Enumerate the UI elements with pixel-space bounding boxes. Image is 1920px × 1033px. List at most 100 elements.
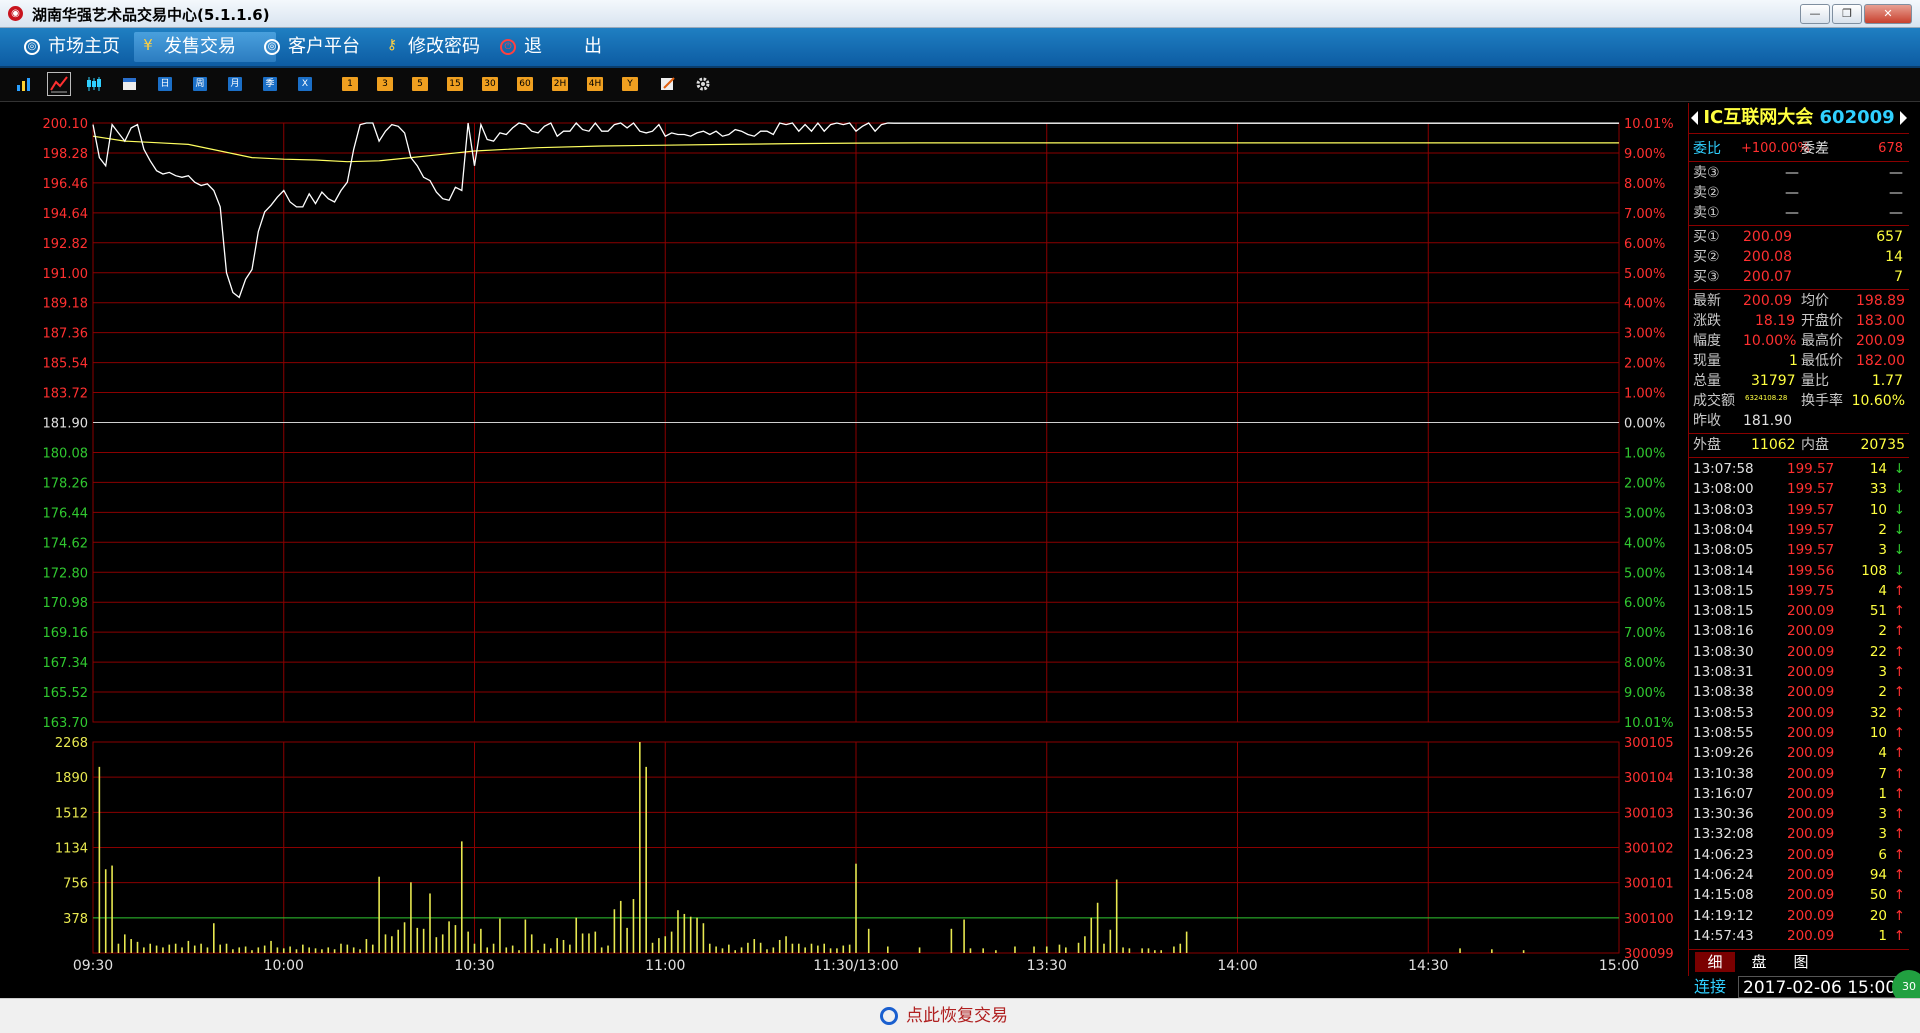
minute-60-button[interactable]: 60 [517, 77, 533, 91]
minimize-button[interactable]: — [1800, 4, 1830, 24]
draw-icon[interactable] [660, 76, 676, 92]
tick-row: 14:19:12 200.09 20 ↑ [1689, 906, 1909, 926]
prev-close-row: 昨收 181.90 [1689, 411, 1909, 431]
percent-tick-label: 1.00% [1624, 387, 1665, 402]
minute-3-button[interactable]: 3 [377, 77, 393, 91]
ask-row-2: 卖② — — [1689, 183, 1909, 203]
minute-15-button[interactable]: 15 [447, 77, 463, 91]
tab-detail[interactable]: 细 [1695, 952, 1735, 972]
tick-price: 200.09 [1787, 684, 1835, 701]
arrow-up-icon: ↑ [1893, 582, 1905, 599]
footer-bar: 点此恢复交易 [0, 998, 1920, 1033]
change-label: 涨跌 [1693, 313, 1721, 329]
period-x-button[interactable]: X [298, 77, 312, 91]
tick-row: 13:16:07 200.09 1 ↑ [1689, 784, 1909, 804]
period-day-button[interactable]: 日 [158, 77, 172, 91]
price-tick-label: 181.90 [43, 417, 89, 432]
menu-exit-tail[interactable]: 出 [552, 32, 624, 62]
total-value: 31797 [1751, 373, 1796, 389]
bar-chart-icon[interactable] [16, 76, 32, 92]
line-chart-icon[interactable] [47, 72, 71, 96]
open-value: 183.00 [1856, 313, 1905, 329]
globe-icon: ◎ [264, 39, 280, 55]
arrow-down-icon: ↓ [1893, 542, 1905, 559]
tick-price: 200.09 [1787, 623, 1835, 640]
ask-label: 卖① [1693, 205, 1720, 221]
tab-order-book[interactable]: 盘 [1739, 952, 1779, 972]
tick-row: 14:57:43 200.09 1 ↑ [1689, 926, 1909, 946]
ask-label: 卖③ [1693, 165, 1720, 181]
percent-tick-label: 8.00% [1624, 177, 1665, 192]
year-button[interactable]: Y [622, 77, 638, 91]
tick-time: 13:32:08 [1693, 826, 1754, 843]
menu-issue-trade[interactable]: ¥ 发售交易 [134, 32, 276, 62]
tick-row: 13:08:16 200.09 2 ↑ [1689, 621, 1909, 641]
title-bar: ◉ 湖南华强艺术品交易中心(5.1.1.6) — ❐ ✕ [0, 0, 1920, 28]
arrow-down-icon: ↓ [1893, 521, 1905, 538]
minute-5-button[interactable]: 5 [412, 77, 428, 91]
instrument-header[interactable]: IC互联网大会 602009 [1689, 103, 1909, 133]
tick-price: 200.09 [1787, 745, 1835, 762]
cur-label: 现量 [1693, 353, 1721, 369]
chart-canvas[interactable]: 200.10 10.01% 198.28 9.00% 196.46 8.00% 194.64… [0, 103, 1688, 995]
hour-4-button[interactable]: 4H [587, 77, 603, 91]
close-button[interactable]: ✕ [1864, 4, 1912, 24]
bid-price: 200.07 [1743, 269, 1792, 285]
tick-price: 200.09 [1787, 603, 1835, 620]
period-quarter-button[interactable]: 季 [263, 77, 277, 91]
prev-instrument-icon[interactable] [1691, 111, 1698, 125]
minute-1-button[interactable]: 1 [342, 77, 358, 91]
price-tick-label: 187.36 [43, 327, 89, 342]
tick-volume: 2 [1878, 521, 1887, 538]
volume-tick-label: 756 [63, 877, 88, 892]
maximize-button[interactable]: ❐ [1832, 4, 1862, 24]
candlestick-icon[interactable] [86, 76, 102, 92]
period-month-button[interactable]: 月 [228, 77, 242, 91]
amount-value: 6324108.28 [1745, 394, 1788, 402]
tick-row: 13:08:15 199.75 4 ↑ [1689, 581, 1909, 601]
amount-label: 成交额 [1693, 393, 1735, 409]
gear-icon[interactable] [694, 75, 712, 93]
percent-tick-label: 2.00% [1624, 357, 1665, 372]
weibi-value: +100.00% [1741, 141, 1810, 156]
volume-right-label: 300101 [1624, 877, 1674, 892]
tick-time: 13:30:36 [1693, 806, 1754, 823]
change-row: 涨跌 18.19 开盘价 183.00 [1689, 311, 1909, 331]
tick-time: 13:08:55 [1693, 724, 1754, 741]
percent-tick-label: 5.00% [1624, 566, 1665, 581]
tab-chart[interactable]: 图 [1781, 952, 1821, 972]
percent-tick-label: 5.00% [1624, 267, 1665, 282]
menu-client-platform[interactable]: ◎ 客户平台 [258, 32, 394, 62]
inner-value: 20735 [1860, 437, 1905, 453]
hour-2-button[interactable]: 2H [552, 77, 568, 91]
intraday-chart[interactable]: 200.10 10.01% 198.28 9.00% 196.46 8.00% 194.64… [0, 103, 1688, 995]
next-instrument-icon[interactable] [1900, 111, 1907, 125]
percent-tick-label: 8.00% [1624, 656, 1665, 671]
time-tick-label: 13:30 [1027, 958, 1067, 974]
volume-tick-label: 378 [63, 912, 88, 927]
turnover-label: 换手率 [1801, 393, 1843, 409]
arrow-up-icon: ↑ [1893, 724, 1905, 741]
bid-price: 200.09 [1743, 229, 1792, 245]
tick-price: 199.57 [1787, 542, 1835, 559]
calendar-icon[interactable] [122, 76, 137, 91]
tick-time: 14:57:43 [1693, 927, 1754, 944]
percent-tick-label: 10.01% [1624, 716, 1674, 731]
menu-market-home[interactable]: ◎ 市场主页 [18, 32, 150, 62]
minute-30-button[interactable]: 30 [482, 77, 498, 91]
price-tick-label: 174.62 [43, 536, 89, 551]
price-tick-label: 172.80 [43, 566, 89, 581]
restore-trade-link[interactable]: 点此恢复交易 [880, 1005, 1008, 1027]
period-week-button[interactable]: 周 [193, 77, 207, 91]
restore-icon [880, 1007, 898, 1025]
weibi-label: 委比 [1693, 141, 1721, 157]
price-tick-label: 178.26 [43, 476, 89, 491]
percent-tick-label: 1.00% [1624, 446, 1665, 461]
cur-value: 1 [1789, 353, 1798, 369]
tick-price: 199.57 [1787, 501, 1835, 518]
price-tick-label: 169.16 [43, 626, 89, 641]
time-tick-label: 15:00 [1599, 958, 1639, 974]
tick-volume: 1 [1878, 785, 1887, 802]
tick-time: 13:09:26 [1693, 745, 1754, 762]
arrow-up-icon: ↑ [1893, 785, 1905, 802]
